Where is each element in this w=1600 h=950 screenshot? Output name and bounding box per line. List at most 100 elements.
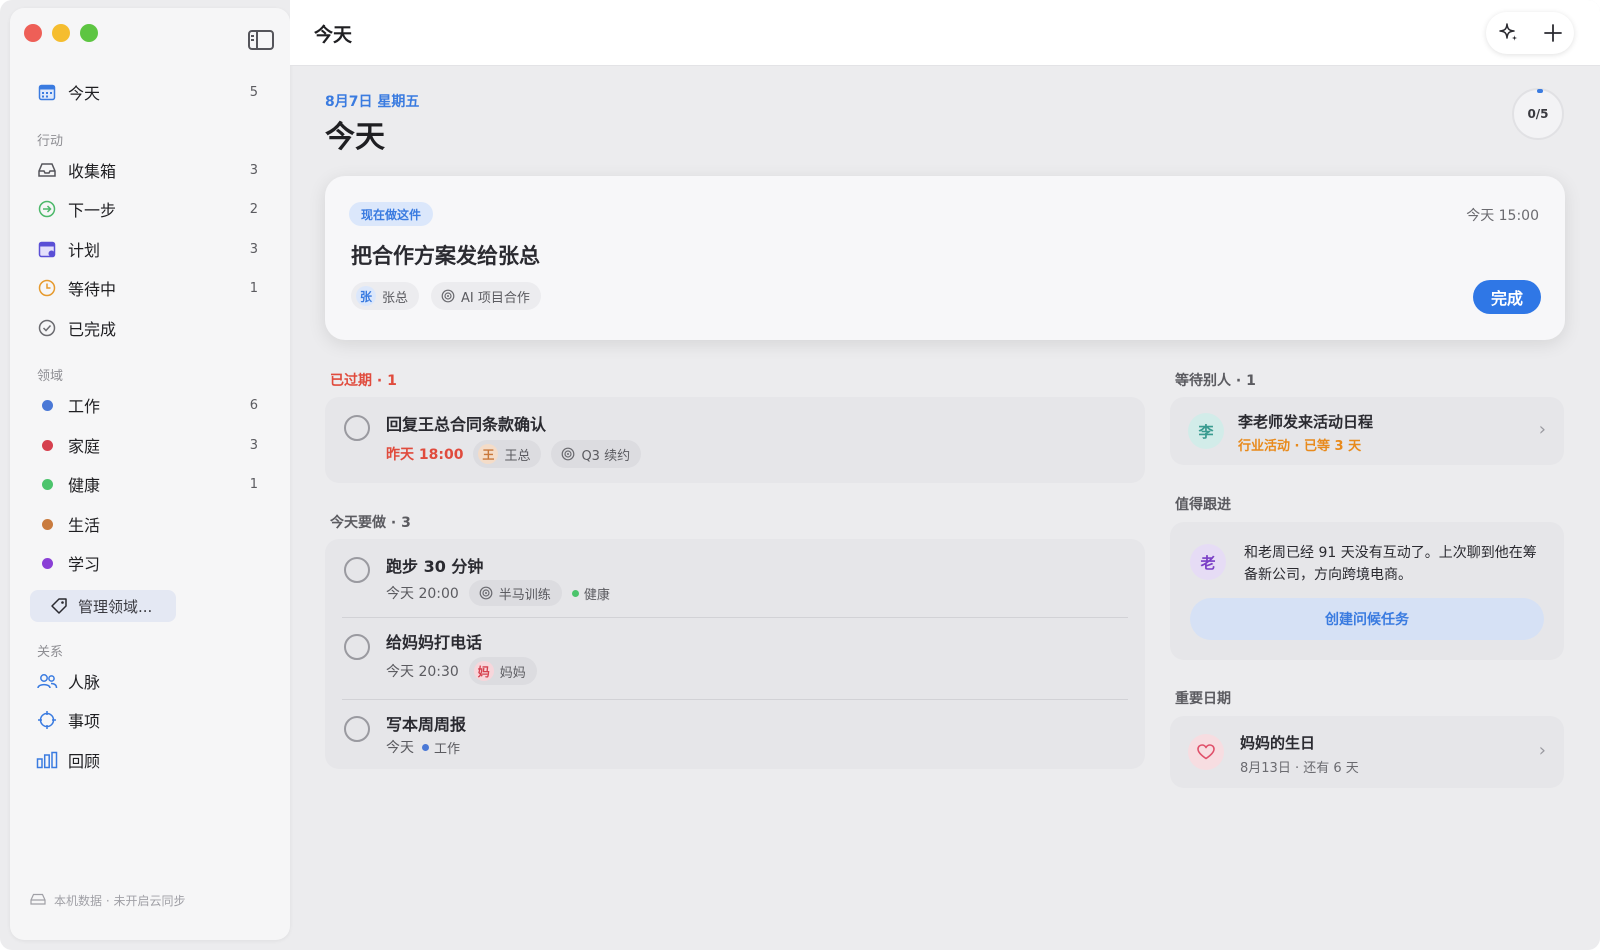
- task-row[interactable]: 给妈妈打电话 今天 20:30 妈 妈妈: [325, 618, 1145, 698]
- calendar-plan-icon: [36, 238, 58, 260]
- sidebar-item-matters[interactable]: 事项: [22, 703, 270, 737]
- project-chip[interactable]: 半马训练: [468, 580, 562, 606]
- sidebar-item-plan[interactable]: 计划 3: [22, 232, 270, 266]
- project-name: AI 项目合作: [461, 290, 530, 306]
- area-dot-study: [36, 552, 58, 574]
- avatar: 王: [478, 444, 499, 464]
- task-meta: 今天 20:30 妈 妈妈: [386, 657, 537, 685]
- done-button[interactable]: 完成: [1473, 280, 1541, 314]
- task-time: 昨天 18:00: [386, 447, 464, 463]
- task-title: 给妈妈打电话: [386, 633, 483, 652]
- person-name: 王总: [504, 448, 531, 464]
- task-title: 回复王总合同条款确认: [386, 415, 547, 434]
- topbar: 今天: [290, 0, 1600, 66]
- sidebar-item-health[interactable]: 健康 1: [22, 467, 270, 501]
- waiting-card[interactable]: 李 李老师发来活动日程 行业活动 · 已等 3 天 ›: [1170, 397, 1564, 465]
- sidebar-item-count: 6: [249, 397, 258, 413]
- person-chip[interactable]: 妈 妈妈: [468, 657, 537, 685]
- date-title: 妈妈的生日: [1240, 734, 1316, 752]
- sidebar-item-family[interactable]: 家庭 3: [22, 428, 270, 462]
- area-color-dot: [41, 399, 53, 411]
- section-title-relations: 关系: [37, 645, 64, 660]
- app-window: 今天 5 行动 收集箱 3 下一步 2 计划 3 等待中 1 已完成 领域 工作…: [0, 0, 1600, 950]
- sidebar-item-today[interactable]: 今天 5: [22, 75, 270, 109]
- progress-ring: 0/5: [1512, 88, 1564, 140]
- avatar: 张: [356, 286, 376, 306]
- sidebar-item-review[interactable]: 回顾: [22, 743, 270, 777]
- chevron-right-icon: ›: [1538, 740, 1546, 761]
- add-icon[interactable]: [1543, 23, 1563, 43]
- task-row[interactable]: 回复王总合同条款确认 昨天 18:00 王 王总 Q3 续约: [325, 397, 1145, 483]
- sync-status-text: 本机数据 · 未开启云同步: [54, 894, 186, 908]
- task-row[interactable]: 跑步 30 分钟 今天 20:00 半马训练 健康: [325, 539, 1145, 617]
- sidebar-item-completed[interactable]: 已完成: [22, 311, 270, 345]
- sidebar-item-work[interactable]: 工作 6: [22, 388, 270, 422]
- sidebar-item-study[interactable]: 学习: [22, 546, 270, 580]
- project-chip[interactable]: Q3 续约: [551, 440, 642, 468]
- project-name: 半马训练: [498, 587, 551, 603]
- current-date: 8月7日 星期五: [325, 94, 420, 110]
- manage-areas-label: 管理领域...: [78, 597, 153, 616]
- manage-areas-button[interactable]: 管理领域...: [30, 590, 176, 622]
- sidebar: 今天 5 行动 收集箱 3 下一步 2 计划 3 等待中 1 已完成 领域 工作…: [10, 8, 290, 940]
- task-time: 今天: [386, 740, 414, 756]
- focus-task-title: 把合作方案发给张总: [351, 244, 540, 268]
- focus-chips: 张 张总 AI 项目合作: [351, 282, 541, 310]
- area-dot-health: [36, 473, 58, 495]
- today-tasks-label: 今天要做 · 3: [330, 515, 411, 531]
- date-card[interactable]: 妈妈的生日 8月13日 · 还有 6 天 ›: [1170, 716, 1564, 788]
- sidebar-item-count: 3: [249, 437, 258, 453]
- area-tag[interactable]: 健康: [571, 584, 610, 603]
- area-color-dot: [41, 557, 53, 569]
- focus-card[interactable]: 现在做这件 今天 15:00 把合作方案发给张总 张 张总 AI 项目合作 完成: [325, 176, 1565, 340]
- sidebar-item-next[interactable]: 下一步 2: [22, 192, 270, 226]
- person-chip[interactable]: 王 王总: [473, 440, 542, 468]
- close-window-button[interactable]: [24, 24, 42, 42]
- check-circle-icon: [36, 317, 58, 339]
- task-checkbox[interactable]: [344, 716, 370, 742]
- create-greeting-task-button[interactable]: 创建问候任务: [1190, 598, 1544, 640]
- date-sub: 8月13日 · 还有 6 天: [1240, 761, 1359, 776]
- area-name: 工作: [434, 741, 461, 757]
- task-meta: 今天 20:00 半马训练 健康: [386, 580, 610, 606]
- task-checkbox[interactable]: [344, 634, 370, 660]
- bar-chart-icon: [36, 749, 58, 771]
- sidebar-item-label: 工作: [68, 397, 101, 416]
- sidebar-item-life[interactable]: 生活: [22, 507, 270, 541]
- clock-icon: [36, 277, 58, 299]
- area-color-dot: [571, 589, 579, 597]
- zoom-window-button[interactable]: [80, 24, 98, 42]
- avatar: 李: [1188, 413, 1224, 449]
- minimize-window-button[interactable]: [52, 24, 70, 42]
- sidebar-toggle-icon[interactable]: [248, 30, 274, 50]
- task-checkbox[interactable]: [344, 415, 370, 441]
- sidebar-item-label: 生活: [68, 516, 101, 535]
- waiting-label: 等待别人 · 1: [1175, 373, 1256, 389]
- area-tag[interactable]: 工作: [422, 738, 460, 757]
- sidebar-item-waiting[interactable]: 等待中 1: [22, 271, 270, 305]
- sidebar-item-label: 回顾: [68, 752, 101, 771]
- sidebar-item-count: 5: [249, 84, 258, 100]
- sidebar-item-count: 2: [249, 201, 258, 217]
- sidebar-item-label: 已完成: [68, 320, 117, 339]
- section-title-areas: 领域: [37, 369, 64, 384]
- sidebar-item-label: 收集箱: [68, 162, 117, 181]
- sidebar-item-contacts[interactable]: 人脉: [22, 664, 270, 698]
- sidebar-item-label: 今天: [68, 84, 101, 103]
- task-row[interactable]: 写本周周报 今天 工作: [325, 700, 1145, 769]
- window-title: 今天: [314, 24, 353, 46]
- sparkle-icon[interactable]: [1498, 22, 1520, 44]
- project-chip[interactable]: AI 项目合作: [431, 282, 541, 310]
- sync-status: 本机数据 · 未开启云同步: [30, 892, 185, 909]
- task-checkbox[interactable]: [344, 557, 370, 583]
- area-color-dot: [41, 518, 53, 530]
- sidebar-item-count: 1: [249, 280, 258, 296]
- calendar-icon: [36, 81, 58, 103]
- person-chip[interactable]: 张 张总: [351, 282, 420, 310]
- heart-icon: [1188, 734, 1224, 770]
- target-icon: [441, 289, 455, 303]
- inbox-icon: [36, 159, 58, 181]
- sidebar-item-inbox[interactable]: 收集箱 3: [22, 153, 270, 187]
- sidebar-item-count: 3: [249, 241, 258, 257]
- task-meta: 今天 工作: [386, 737, 460, 757]
